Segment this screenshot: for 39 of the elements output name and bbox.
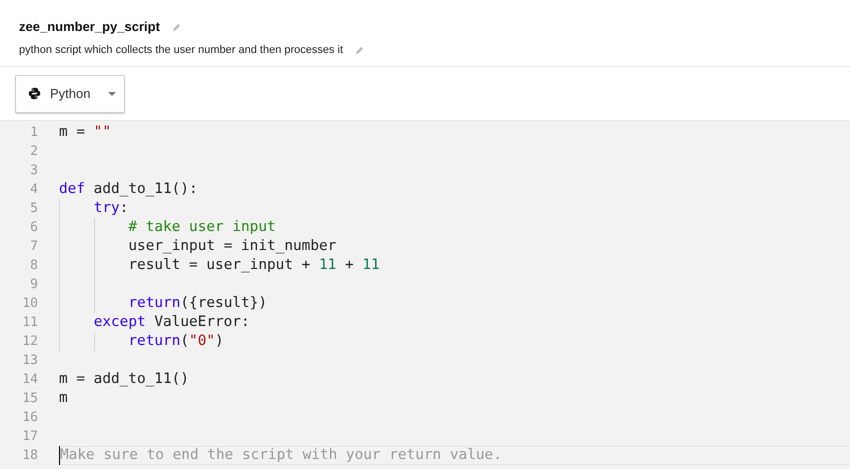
line-number: 17 (21, 428, 38, 446)
line-number: 3 (29, 162, 38, 180)
line-number: 18 (21, 447, 38, 465)
code-line: user_input = init_number (128, 237, 336, 256)
language-dropdown[interactable]: Python (15, 74, 125, 112)
line-number: 6 (29, 219, 38, 237)
line-number: 7 (29, 238, 38, 256)
line-number: 5 (29, 200, 38, 218)
line-number: 9 (29, 276, 38, 294)
line-number: 13 (21, 352, 38, 370)
python-logo-icon (28, 87, 41, 100)
line-number: 4 (29, 181, 38, 199)
code-line: except ValueError: (94, 313, 250, 332)
code-line: def add_to_11(): (59, 180, 198, 199)
pencil-icon[interactable] (172, 22, 181, 32)
code-editor[interactable] (0, 121, 850, 469)
editor-placeholder: Make sure to end the script with your return value. (60, 446, 502, 465)
caret-icon (108, 92, 116, 96)
line-number: 11 (21, 314, 38, 332)
code-line: m (59, 389, 68, 408)
line-number: 16 (21, 409, 38, 427)
code-line: return("0") (128, 332, 224, 351)
line-number: 2 (29, 143, 38, 161)
text-cursor (59, 446, 60, 465)
line-number: 1 (29, 124, 38, 142)
pencil-icon[interactable] (355, 46, 364, 54)
code-line: try: (94, 199, 128, 218)
line-number: 12 (21, 333, 38, 351)
code-line: result = user_input + 11 + 11 (128, 256, 380, 275)
script-description: python script which collects the user number and then processes it (19, 42, 344, 58)
line-number: 14 (21, 371, 38, 389)
line-number: 8 (29, 257, 38, 275)
code-line: m = "" (59, 123, 111, 142)
code-line: # take user input (128, 218, 276, 237)
line-number: 15 (21, 390, 38, 408)
script-title: zee_number_py_script (19, 18, 160, 36)
line-number: 10 (21, 295, 38, 313)
code-line: m = add_to_11() (59, 370, 189, 389)
code-line: return({result}) (128, 294, 268, 313)
